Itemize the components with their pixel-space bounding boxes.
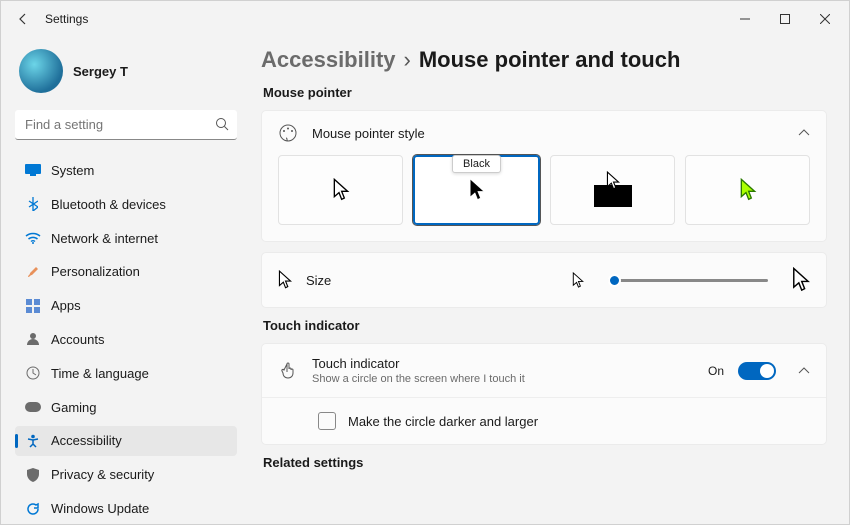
sidebar-item-bluetooth[interactable]: Bluetooth & devices bbox=[15, 189, 237, 220]
breadcrumb: Accessibility › Mouse pointer and touch bbox=[261, 47, 827, 73]
sidebar-item-accounts[interactable]: Accounts bbox=[15, 324, 237, 355]
search-box[interactable] bbox=[15, 110, 237, 140]
person-icon bbox=[25, 331, 41, 347]
cursor-small-icon bbox=[572, 272, 584, 289]
window-title: Settings bbox=[45, 12, 725, 26]
cursor-icon bbox=[278, 270, 292, 290]
search-input[interactable] bbox=[15, 110, 237, 140]
main-content: Accessibility › Mouse pointer and touch … bbox=[243, 37, 849, 524]
accessibility-icon bbox=[25, 433, 41, 449]
sidebar-item-label: Personalization bbox=[51, 264, 140, 279]
darker-larger-label: Make the circle darker and larger bbox=[348, 414, 538, 429]
clock-icon bbox=[25, 365, 41, 381]
touch-icon bbox=[278, 361, 298, 381]
brush-icon bbox=[25, 264, 41, 280]
sidebar-item-accessibility[interactable]: Accessibility bbox=[15, 426, 237, 457]
sidebar-item-label: Privacy & security bbox=[51, 467, 154, 482]
touch-sublabel: Show a circle on the screen where I touc… bbox=[312, 373, 525, 385]
sidebar-item-system[interactable]: System bbox=[15, 155, 237, 186]
apps-icon bbox=[25, 298, 41, 314]
sidebar-item-personalization[interactable]: Personalization bbox=[15, 256, 237, 287]
sidebar-item-privacy[interactable]: Privacy & security bbox=[15, 459, 237, 490]
shield-icon bbox=[25, 467, 41, 483]
sidebar-item-label: Time & language bbox=[51, 366, 149, 381]
touch-indicator-card: Touch indicator Show a circle on the scr… bbox=[261, 343, 827, 445]
sidebar-item-label: System bbox=[51, 163, 94, 178]
size-label: Size bbox=[306, 273, 331, 288]
pointer-style-card: Mouse pointer style Black bbox=[261, 110, 827, 242]
section-related: Related settings bbox=[263, 455, 827, 470]
sidebar-item-apps[interactable]: Apps bbox=[15, 290, 237, 321]
checkbox[interactable] bbox=[318, 412, 336, 430]
sidebar-item-network[interactable]: Network & internet bbox=[15, 223, 237, 254]
sidebar-item-label: Network & internet bbox=[51, 231, 158, 246]
chevron-up-icon bbox=[798, 129, 810, 137]
user-name: Sergey T bbox=[73, 64, 128, 79]
sidebar-item-update[interactable]: Windows Update bbox=[15, 493, 237, 524]
pointer-style-custom[interactable] bbox=[685, 155, 810, 225]
section-mouse-pointer: Mouse pointer bbox=[263, 85, 827, 100]
wifi-icon bbox=[25, 230, 41, 246]
pointer-style-header[interactable]: Mouse pointer style bbox=[262, 111, 826, 155]
user-profile[interactable]: Sergey T bbox=[15, 49, 237, 93]
sidebar-item-label: Apps bbox=[51, 298, 81, 313]
size-slider[interactable] bbox=[608, 279, 768, 282]
sidebar-item-gaming[interactable]: Gaming bbox=[15, 392, 237, 423]
gamepad-icon bbox=[25, 399, 41, 415]
back-button[interactable] bbox=[5, 1, 41, 37]
close-button[interactable] bbox=[805, 3, 845, 35]
sidebar-item-label: Windows Update bbox=[51, 501, 149, 516]
sidebar-item-label: Accessibility bbox=[51, 433, 122, 448]
bluetooth-icon bbox=[25, 196, 41, 212]
search-icon bbox=[215, 117, 229, 131]
size-card: Size bbox=[261, 252, 827, 308]
maximize-button[interactable] bbox=[765, 3, 805, 35]
update-icon bbox=[25, 501, 41, 517]
toggle-state: On bbox=[708, 364, 724, 378]
pointer-style-black[interactable]: Black bbox=[413, 155, 540, 225]
sidebar: Sergey T System Bluetooth & devices Netw… bbox=[1, 37, 243, 524]
touch-toggle[interactable] bbox=[738, 362, 776, 380]
pointer-style-inverted[interactable] bbox=[550, 155, 675, 225]
system-icon bbox=[25, 162, 41, 178]
cursor-large-icon bbox=[792, 267, 810, 293]
section-touch-indicator: Touch indicator bbox=[263, 318, 827, 333]
sidebar-item-label: Bluetooth & devices bbox=[51, 197, 166, 212]
sidebar-item-label: Gaming bbox=[51, 400, 97, 415]
touch-label: Touch indicator bbox=[312, 356, 525, 371]
sidebar-item-label: Accounts bbox=[51, 332, 104, 347]
palette-icon bbox=[278, 123, 298, 143]
avatar bbox=[19, 49, 63, 93]
pointer-style-white[interactable] bbox=[278, 155, 403, 225]
darker-larger-row[interactable]: Make the circle darker and larger bbox=[262, 397, 826, 444]
titlebar: Settings bbox=[1, 1, 849, 37]
minimize-button[interactable] bbox=[725, 3, 765, 35]
tooltip: Black bbox=[452, 155, 501, 173]
sidebar-item-time[interactable]: Time & language bbox=[15, 358, 237, 389]
chevron-right-icon: › bbox=[404, 47, 411, 73]
chevron-up-icon bbox=[798, 367, 810, 375]
breadcrumb-parent[interactable]: Accessibility bbox=[261, 47, 396, 73]
touch-indicator-header[interactable]: Touch indicator Show a circle on the scr… bbox=[262, 344, 826, 397]
pointer-style-label: Mouse pointer style bbox=[312, 126, 425, 141]
page-title: Mouse pointer and touch bbox=[419, 47, 681, 73]
